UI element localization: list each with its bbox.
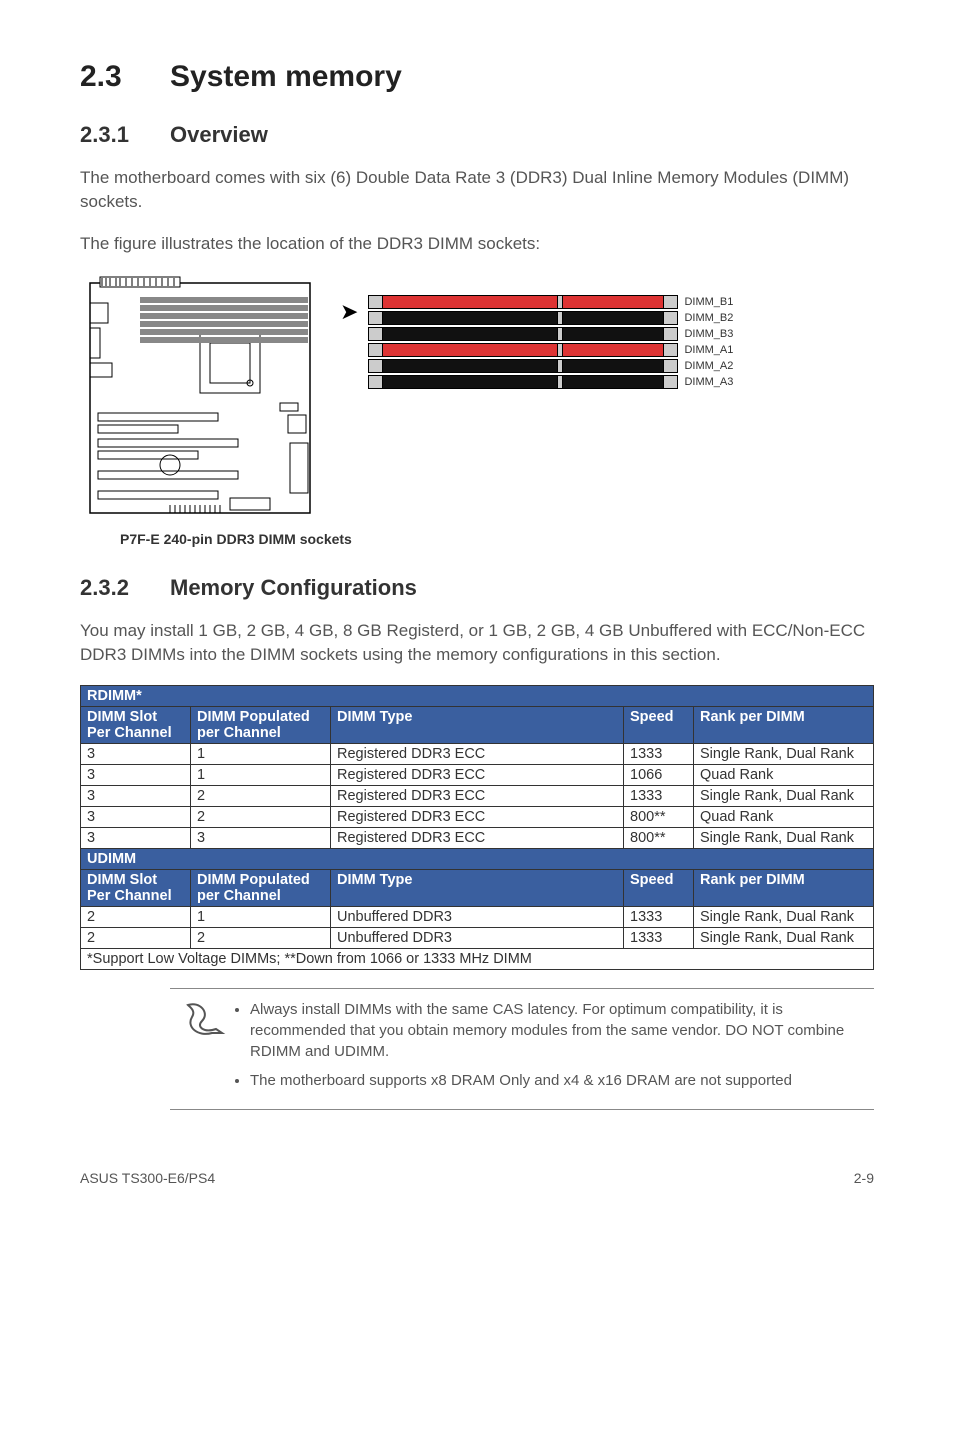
table-cell: 800** (624, 827, 694, 848)
dimm-slot-bar (368, 311, 678, 325)
col-header-2b: DIMM Populated per Channel (191, 869, 331, 906)
motherboard-diagram (80, 273, 320, 523)
page-footer: ASUS TS300-E6/PS4 2-9 (80, 1170, 874, 1186)
overview-para-1: The motherboard comes with six (6) Doubl… (80, 166, 874, 214)
section-2-number: 2.3.2 (80, 575, 170, 601)
dimm-slot-bar (368, 295, 678, 309)
dimm-figure: ➤ DIMM_B1DIMM_B2DIMM_B3DIMM_A1DIMM_A2DIM… (80, 273, 874, 523)
table-cell: 1333 (624, 927, 694, 948)
col-header-3b: DIMM Type (331, 869, 624, 906)
note-item: Always install DIMMs with the same CAS l… (250, 999, 874, 1062)
table-cell: Registered DDR3 ECC (331, 785, 624, 806)
table-cell: 2 (191, 927, 331, 948)
footer-right: 2-9 (854, 1170, 874, 1186)
table-cell: 800** (624, 806, 694, 827)
table-cell: 2 (191, 785, 331, 806)
dimm-slot-bar (368, 359, 678, 373)
table-cell: 1333 (624, 906, 694, 927)
section-2-title: Memory Configurations (170, 575, 417, 600)
col-header-3: DIMM Type (331, 706, 624, 743)
table-cell: 3 (81, 743, 191, 764)
section-1-title: Overview (170, 122, 268, 147)
dimm-slot-label: DIMM_B3 (684, 328, 733, 340)
table-cell: Single Rank, Dual Rank (694, 743, 874, 764)
table-cell: 2 (81, 927, 191, 948)
dimm-slot-label: DIMM_B1 (684, 296, 733, 308)
note-icon (182, 999, 230, 1039)
table-cell: 3 (81, 785, 191, 806)
table-cell: Single Rank, Dual Rank (694, 827, 874, 848)
dimm-slot-row: DIMM_A1 (368, 343, 733, 357)
figure-caption: P7F-E 240-pin DDR3 DIMM sockets (120, 531, 874, 547)
table-cell: 1 (191, 743, 331, 764)
table-cell: Registered DDR3 ECC (331, 764, 624, 785)
note-list: Always install DIMMs with the same CAS l… (250, 999, 874, 1099)
page-heading: 2.3System memory (80, 60, 874, 94)
dimm-slot-label: DIMM_A1 (684, 344, 733, 356)
table-cell: 3 (81, 764, 191, 785)
table-cell: 3 (81, 827, 191, 848)
table-cell: Quad Rank (694, 806, 874, 827)
table-cell: Single Rank, Dual Rank (694, 785, 874, 806)
table-cell: 1 (191, 906, 331, 927)
dimm-slot-row: DIMM_B3 (368, 327, 733, 341)
table-cell: Quad Rank (694, 764, 874, 785)
table-footnote: *Support Low Voltage DIMMs; **Down from … (81, 948, 874, 969)
table-row: 32Registered DDR3 ECC1333Single Rank, Du… (81, 785, 874, 806)
memory-config-table: RDIMM* DIMM Slot Per Channel DIMM Popula… (80, 685, 874, 970)
table-cell: 1066 (624, 764, 694, 785)
dimm-slot-label: DIMM_A3 (684, 376, 733, 388)
col-header-5b: Rank per DIMM (694, 869, 874, 906)
dimm-slot-bar (368, 375, 678, 389)
table-cell: Registered DDR3 ECC (331, 743, 624, 764)
table-cell: Registered DDR3 ECC (331, 806, 624, 827)
dimm-slot-label: DIMM_A2 (684, 360, 733, 372)
table-cell: Registered DDR3 ECC (331, 827, 624, 848)
udimm-header: UDIMM (81, 848, 874, 869)
table-cell: 2 (81, 906, 191, 927)
col-header-4b: Speed (624, 869, 694, 906)
dimm-slot-row: DIMM_B1 (368, 295, 733, 309)
section-1-number: 2.3.1 (80, 122, 170, 148)
table-cell: 1333 (624, 785, 694, 806)
col-header-2: DIMM Populated per Channel (191, 706, 331, 743)
table-cell: 3 (191, 827, 331, 848)
overview-para-2: The figure illustrates the location of t… (80, 232, 874, 256)
table-cell: 1333 (624, 743, 694, 764)
table-row: 31Registered DDR3 ECC1066Quad Rank (81, 764, 874, 785)
note-item: The motherboard supports x8 DRAM Only an… (250, 1070, 874, 1091)
col-header-4: Speed (624, 706, 694, 743)
section-2-para: You may install 1 GB, 2 GB, 4 GB, 8 GB R… (80, 619, 874, 667)
col-header-5: Rank per DIMM (694, 706, 874, 743)
note-box: Always install DIMMs with the same CAS l… (170, 988, 874, 1110)
table-cell: 2 (191, 806, 331, 827)
section-2-heading: 2.3.2Memory Configurations (80, 575, 874, 601)
table-cell: Unbuffered DDR3 (331, 927, 624, 948)
table-row: 33Registered DDR3 ECC800**Single Rank, D… (81, 827, 874, 848)
table-row: 31Registered DDR3 ECC1333Single Rank, Du… (81, 743, 874, 764)
table-row: 21Unbuffered DDR31333Single Rank, Dual R… (81, 906, 874, 927)
section-1-heading: 2.3.1Overview (80, 122, 874, 148)
dimm-slot-row: DIMM_A2 (368, 359, 733, 373)
table-row: 22Unbuffered DDR31333Single Rank, Dual R… (81, 927, 874, 948)
col-header-1b: DIMM Slot Per Channel (81, 869, 191, 906)
dimm-slot-row: DIMM_A3 (368, 375, 733, 389)
dimm-slot-legend: DIMM_B1 DIMM_B2 DIMM_B3 DIMM_A1 DIMM_A2 DIMM_… (368, 295, 733, 391)
dimm-slot-bar (368, 327, 678, 341)
heading-number: 2.3 (80, 60, 170, 94)
table-cell: Unbuffered DDR3 (331, 906, 624, 927)
rdimm-header: RDIMM* (81, 685, 874, 706)
table-cell: 1 (191, 764, 331, 785)
table-cell: Single Rank, Dual Rank (694, 906, 874, 927)
col-header-1: DIMM Slot Per Channel (81, 706, 191, 743)
table-row: 32Registered DDR3 ECC800**Quad Rank (81, 806, 874, 827)
arrow-icon: ➤ (340, 299, 358, 325)
table-cell: Single Rank, Dual Rank (694, 927, 874, 948)
dimm-slot-label: DIMM_B2 (684, 312, 733, 324)
heading-title: System memory (170, 60, 402, 93)
table-cell: 3 (81, 806, 191, 827)
dimm-slot-row: DIMM_B2 (368, 311, 733, 325)
dimm-slot-bar (368, 343, 678, 357)
footer-left: ASUS TS300-E6/PS4 (80, 1170, 215, 1186)
